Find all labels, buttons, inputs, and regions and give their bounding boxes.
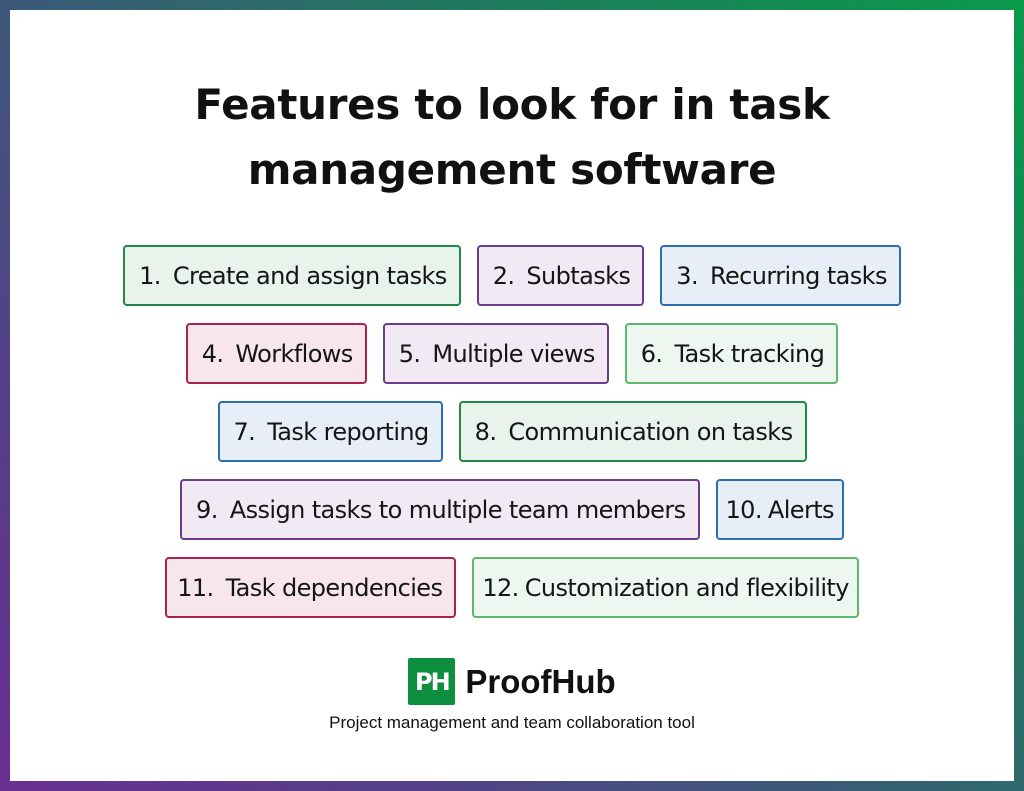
feature-label: Task dependencies: [225, 573, 443, 602]
feature-chip-assign-multiple: 9. Assign tasks to multiple team members: [180, 479, 700, 540]
feature-row-2: 4. Workflows 5. Multiple views 6. Task t…: [10, 323, 1014, 384]
title-line-2: management software: [247, 145, 777, 194]
feature-label: Subtasks: [526, 261, 631, 290]
feature-label: Task reporting: [267, 417, 429, 446]
feature-chip-multiple-views: 5. Multiple views: [382, 323, 609, 384]
feature-label: Workflows: [235, 339, 353, 368]
brand-name: ProofHub: [465, 662, 616, 700]
feature-label: Communication on tasks: [508, 417, 793, 446]
brand-tagline: Project management and team collaboratio…: [329, 713, 695, 732]
feature-chip-create-assign: 1. Create and assign tasks: [123, 245, 461, 306]
feature-label: Task tracking: [674, 339, 825, 368]
feature-chip-task-tracking: 6. Task tracking: [624, 323, 839, 384]
feature-chip-subtasks: 2. Subtasks: [476, 245, 645, 306]
feature-row-1: 1. Create and assign tasks 2. Subtasks 3…: [10, 245, 1014, 306]
feature-chip-alerts: 10. Alerts: [715, 479, 844, 540]
feature-number: 8.: [474, 417, 497, 446]
feature-chip-task-reporting: 7. Task reporting: [217, 401, 443, 462]
feature-number: 11.: [177, 573, 214, 602]
feature-number: 12.: [482, 573, 519, 602]
feature-number: 3.: [676, 261, 698, 290]
feature-number: 10.: [725, 495, 763, 524]
proofhub-logo-icon: PH: [408, 658, 456, 705]
feature-label: Alerts: [767, 495, 835, 524]
feature-label: Assign tasks to multiple team members: [229, 495, 686, 524]
feature-number: 7.: [233, 417, 256, 446]
feature-number: 1.: [139, 261, 161, 290]
feature-chip-recurring-tasks: 3. Recurring tasks: [660, 245, 901, 306]
feature-label: Recurring tasks: [710, 261, 887, 290]
infographic-card: Features to look for in task management …: [10, 10, 1014, 781]
feature-chip-customization: 12. Customization and flexibility: [472, 557, 859, 618]
feature-number: 6.: [640, 339, 663, 368]
feature-number: 5.: [398, 339, 421, 368]
title-line-1: Features to look for in task: [194, 80, 830, 129]
feature-number: 2.: [492, 261, 515, 290]
feature-label: Multiple views: [432, 339, 595, 368]
page-title: Features to look for in task management …: [10, 72, 1014, 202]
feature-label: Create and assign tasks: [172, 261, 447, 290]
feature-chip-task-dependencies: 11. Task dependencies: [165, 557, 457, 618]
feature-label: Customization and flexibility: [524, 573, 850, 602]
brand-lockup: PH ProofHub: [10, 658, 1014, 705]
feature-number: 4.: [201, 339, 224, 368]
feature-row-5: 11. Task dependencies 12. Customization …: [10, 557, 1014, 618]
feature-chip-communication: 8. Communication on tasks: [458, 401, 807, 462]
feature-number: 9.: [196, 495, 218, 524]
feature-chip-workflows: 4. Workflows: [185, 323, 367, 384]
feature-row-4: 9. Assign tasks to multiple team members…: [10, 479, 1014, 540]
feature-row-3: 7. Task reporting 8. Communication on ta…: [10, 401, 1014, 462]
